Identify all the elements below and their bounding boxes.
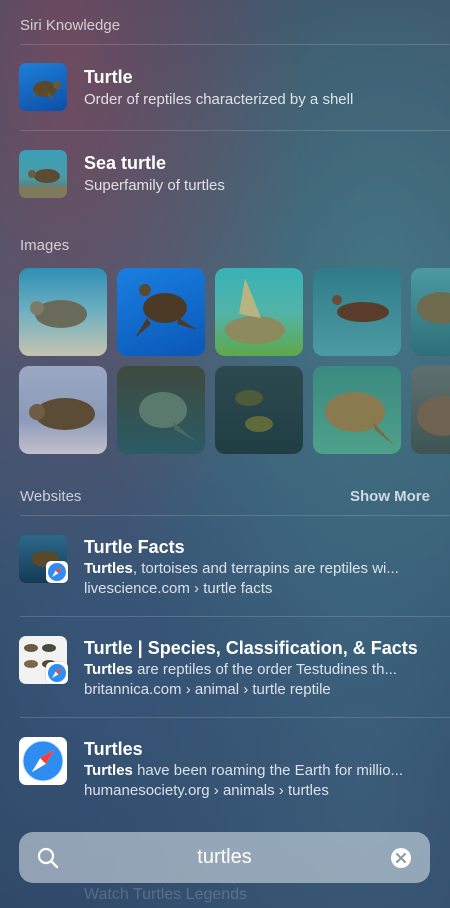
bottom-hint: Watch Turtles Legends [84, 886, 248, 903]
websites-header: Websites [20, 488, 82, 505]
siri-knowledge-header: Siri Knowledge [20, 17, 121, 34]
sea-turtle-thumbnail [19, 150, 67, 198]
result-subtitle: Superfamily of turtles [84, 177, 225, 194]
snippet-highlight: Turtles [84, 560, 133, 577]
result-title: Turtles [84, 739, 143, 759]
images-header: Images [20, 237, 70, 254]
turtle-thumbnail [19, 63, 67, 111]
website-result-britannica[interactable]: Turtle | Species, Classification, & Fact… [0, 616, 450, 717]
image-tile[interactable] [117, 366, 205, 454]
search-input[interactable]: turtles [19, 846, 430, 869]
clear-icon[interactable] [390, 847, 412, 869]
result-snippet: Turtles, tortoises and terrapins are rep… [84, 560, 426, 577]
siri-result-turtle[interactable]: Turtle Order of reptiles characterized b… [0, 44, 450, 130]
image-tile[interactable] [411, 268, 450, 356]
result-title: Turtle [84, 67, 133, 87]
image-tile[interactable] [19, 268, 107, 356]
image-tile[interactable] [117, 268, 205, 356]
result-url: livescience.com › turtle facts [84, 580, 273, 597]
result-snippet: Turtles have been roaming the Earth for … [84, 762, 426, 779]
snippet-highlight: Turtles [84, 661, 133, 678]
website-result-livescience[interactable]: Turtle Facts Turtles, tortoises and terr… [0, 515, 450, 616]
image-tile[interactable] [215, 268, 303, 356]
result-url: britannica.com › animal › turtle reptile [84, 681, 331, 698]
image-tile[interactable] [411, 366, 450, 454]
safari-icon [46, 561, 68, 583]
image-tile[interactable] [19, 366, 107, 454]
result-title: Turtle Facts [84, 537, 185, 557]
snippet-text: are reptiles of the order Testudines th.… [132, 661, 397, 678]
search-bar[interactable]: turtles [19, 832, 430, 883]
result-url: humanesociety.org › animals › turtles [84, 782, 329, 799]
show-more-button[interactable]: Show More [350, 488, 430, 505]
siri-result-sea-turtle[interactable]: Sea turtle Superfamily of turtles [0, 130, 450, 216]
snippet-text: , tortoises and terrapins are reptiles w… [132, 560, 399, 577]
website-result-humanesociety[interactable]: Turtles Turtles have been roaming the Ea… [0, 717, 450, 818]
safari-icon [46, 662, 68, 684]
image-tile[interactable] [313, 366, 401, 454]
snippet-highlight: Turtles [84, 762, 133, 779]
image-tile[interactable] [215, 366, 303, 454]
result-title: Turtle | Species, Classification, & Fact… [84, 638, 418, 658]
result-subtitle: Order of reptiles characterized by a she… [84, 91, 354, 108]
result-snippet: Turtles are reptiles of the order Testud… [84, 661, 426, 678]
image-tile[interactable] [313, 268, 401, 356]
result-title: Sea turtle [84, 153, 167, 173]
safari-icon [19, 737, 67, 785]
snippet-text: have been roaming the Earth for millio..… [132, 762, 404, 779]
